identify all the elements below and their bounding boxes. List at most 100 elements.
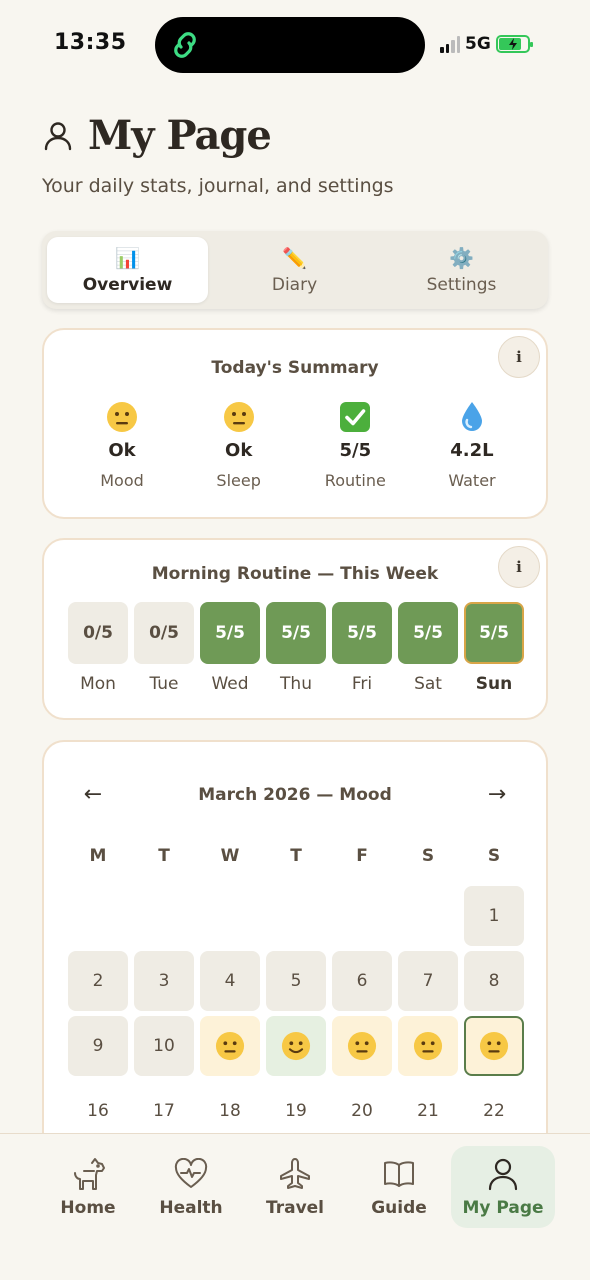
calendar-empty-cell (332, 886, 392, 946)
next-month-button[interactable]: → (480, 782, 514, 807)
routine-day-score: 0/5 (68, 602, 128, 664)
neutral-face-icon (479, 1031, 509, 1061)
tab-label: Settings (426, 275, 497, 295)
routine-day-label: Sun (475, 674, 513, 694)
calendar-day-mood[interactable] (266, 1016, 326, 1076)
tab-diary[interactable]: ✏️ Diary (214, 237, 375, 303)
routine-day-label: Wed (211, 674, 249, 694)
dynamic-island (155, 17, 425, 73)
nav-label: Guide (371, 1198, 427, 1218)
calendar-day[interactable]: 1 (464, 886, 524, 946)
bottom-nav: Home Health Travel Guide My Page (0, 1133, 590, 1280)
calendar-day[interactable]: 20 (332, 1081, 392, 1141)
calendar-day[interactable]: 17 (134, 1081, 194, 1141)
stat-water: 4.2L Water (414, 400, 530, 490)
bar-chart-icon: 📊 (115, 246, 140, 270)
tab-settings[interactable]: ⚙️ Settings (381, 237, 542, 303)
calendar-day-mood[interactable] (398, 1016, 458, 1076)
nav-label: Home (60, 1198, 116, 1218)
routine-day-label: Mon (80, 674, 116, 694)
nav-health[interactable]: Health (139, 1146, 243, 1228)
nav-label: My Page (462, 1198, 544, 1218)
calendar-day[interactable]: 8 (464, 951, 524, 1011)
routine-day-score: 5/5 (398, 602, 458, 664)
book-icon (382, 1156, 416, 1192)
network-type: 5G (465, 34, 491, 54)
status-indicators: 5G (440, 32, 533, 56)
calendar-empty-cell (200, 886, 260, 946)
page-subtitle: Your daily stats, journal, and settings (42, 175, 394, 197)
routine-title: Morning Routine — This Week (151, 564, 439, 584)
calendar-day[interactable]: 22 (464, 1081, 524, 1141)
smile-face-icon (281, 1031, 311, 1061)
calendar-day[interactable]: 7 (398, 951, 458, 1011)
weekday-label: T (158, 846, 170, 866)
calendar-day-mood[interactable] (200, 1016, 260, 1076)
person-icon (488, 1156, 518, 1192)
routine-day: 5/5 Sat (398, 602, 458, 694)
tab-overview[interactable]: 📊 Overview (47, 237, 208, 303)
tab-label: Diary (271, 275, 318, 295)
calendar-day[interactable]: 9 (68, 1016, 128, 1076)
signal-icon (440, 35, 460, 53)
calendar-day[interactable]: 4 (200, 951, 260, 1011)
routine-day: 5/5 Wed (200, 602, 260, 694)
stat-value: Ok (108, 440, 136, 461)
calendar-day-mood[interactable] (464, 1016, 524, 1076)
nav-label: Travel (265, 1198, 325, 1218)
calendar-day[interactable]: 16 (68, 1081, 128, 1141)
calendar-header: ← March 2026 — Mood → (44, 782, 546, 812)
tab-bar: 📊 Overview ✏️ Diary ⚙️ Settings (42, 231, 548, 309)
dog-icon (68, 1156, 108, 1192)
calendar-day[interactable]: 3 (134, 951, 194, 1011)
neutral-face-icon (223, 400, 255, 434)
person-icon (44, 121, 72, 150)
link-icon (174, 32, 196, 58)
nav-home[interactable]: Home (36, 1146, 140, 1228)
calendar-day[interactable]: 5 (266, 951, 326, 1011)
tab-label: Overview (82, 275, 173, 295)
weekday-label: S (421, 846, 435, 866)
gear-icon: ⚙️ (449, 246, 474, 270)
plane-icon (278, 1156, 312, 1192)
calendar-title: March 2026 — Mood (198, 785, 392, 805)
weekday-label: M (89, 846, 107, 866)
neutral-face-icon (347, 1031, 377, 1061)
routine-card: Morning Routine — This Week i 0/5 Mon 0/5 T… (42, 538, 548, 720)
info-button[interactable]: i (498, 546, 540, 588)
page-header: My Page Your daily stats, journal, and s… (42, 112, 562, 197)
nav-my-page[interactable]: My Page (451, 1146, 555, 1228)
calendar-grid: 1 2 3 4 5 6 7 8 9 10 16 17 18 19 20 21 22 (68, 886, 524, 1141)
status-bar: 13:35 5G (0, 0, 590, 90)
calendar-day[interactable]: 21 (398, 1081, 458, 1141)
stat-mood: Ok Mood (64, 400, 180, 490)
summary-title: Today's Summary (211, 358, 379, 378)
calendar-day[interactable]: 6 (332, 951, 392, 1011)
routine-day: 0/5 Tue (134, 602, 194, 694)
weekday-label: S (487, 846, 501, 866)
routine-day: 5/5 Sun (464, 602, 524, 694)
summary-stats: Ok Mood Ok Sleep 5/5 Routine 4.2L Water (64, 400, 530, 490)
routine-day: 5/5 Fri (332, 602, 392, 694)
weekday-label: W (220, 846, 240, 866)
status-time: 13:35 (54, 30, 127, 55)
mood-calendar-card: ← March 2026 — Mood → MTWTFSS 1234567891… (42, 740, 548, 1140)
summary-card: Today's Summary i Ok Mood Ok Sleep 5/5 R… (42, 328, 548, 519)
stat-label: Water (448, 471, 496, 490)
info-button[interactable]: i (498, 336, 540, 378)
calendar-day[interactable]: 2 (68, 951, 128, 1011)
nav-guide[interactable]: Guide (347, 1146, 451, 1228)
calendar-day[interactable]: 10 (134, 1016, 194, 1076)
neutral-face-icon (215, 1031, 245, 1061)
droplet-icon (460, 400, 484, 434)
routine-day-label: Tue (149, 674, 179, 694)
calendar-day-mood[interactable] (332, 1016, 392, 1076)
calendar-day[interactable]: 19 (266, 1081, 326, 1141)
calendar-day[interactable]: 18 (200, 1081, 260, 1141)
nav-travel[interactable]: Travel (243, 1146, 347, 1228)
weekday-label: F (356, 846, 368, 866)
stat-value: 4.2L (450, 440, 494, 461)
stat-value: Ok (225, 440, 253, 461)
page-title: My Page (88, 112, 272, 159)
routine-day-score: 0/5 (134, 602, 194, 664)
